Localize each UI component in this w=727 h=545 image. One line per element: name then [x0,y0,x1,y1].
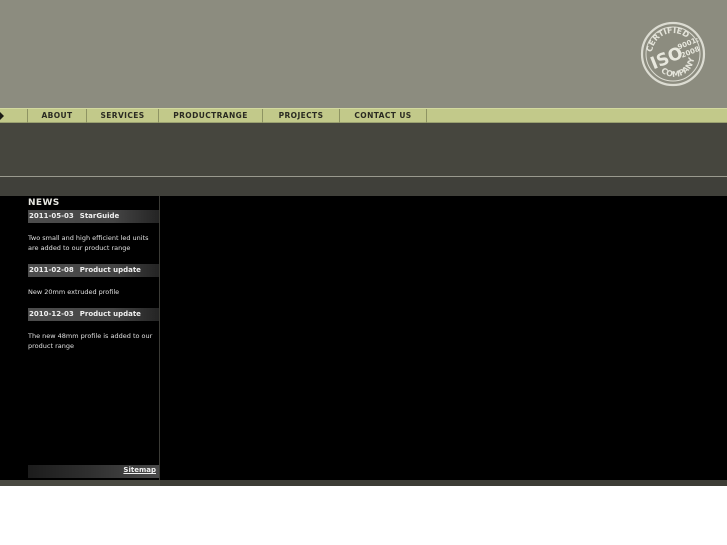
news-item-header[interactable]: 2010-12-03 Product update [28,308,159,321]
news-item-header[interactable]: 2011-05-03 StarGuide [28,210,159,223]
news-item-body: New 20mm extruded profile [28,288,120,296]
news-headline: StarGuide [79,212,120,220]
nav-item-projects[interactable]: PROJECTS [263,109,339,123]
sitemap-link[interactable]: Sitemap [123,466,156,474]
iso-certified-seal: CERTIFIED COMPANY ISO 9001: 2008 [640,21,706,87]
news-item-header[interactable]: 2011-02-08 Product update [28,264,159,277]
nav-arrow-icon [0,112,4,120]
main-navigation: ABOUT SERVICES PRODUCTRANGE PROJECTS CON… [0,108,727,123]
nav-item-about[interactable]: ABOUT [28,109,86,123]
news-headline: Product update [79,266,141,274]
news-heading: NEWS [28,198,60,208]
sitemap-bar: Sitemap [28,465,159,478]
nav-item-services[interactable]: SERVICES [87,109,158,123]
footer-sidebar-strip [0,480,160,486]
news-headline: Product update [79,310,141,318]
news-date: 2010-12-03 [29,310,74,318]
news-date: 2011-05-03 [29,212,74,220]
nav-item-productrange[interactable]: PRODUCTRANGE [159,109,262,123]
banner-lower-strip [0,177,727,196]
sidebar-divider [159,196,160,480]
news-date: 2011-02-08 [29,266,74,274]
nav-item-contact-us[interactable]: CONTACT US [340,109,426,123]
news-item-body: Two small and high efficient led units a… [28,234,149,252]
site-header: CERTIFIED COMPANY ISO 9001: 2008 [0,0,727,108]
banner-area [0,123,727,176]
nav-separator [426,109,427,123]
news-item-body: The new 48mm profile is added to our pro… [28,332,153,350]
